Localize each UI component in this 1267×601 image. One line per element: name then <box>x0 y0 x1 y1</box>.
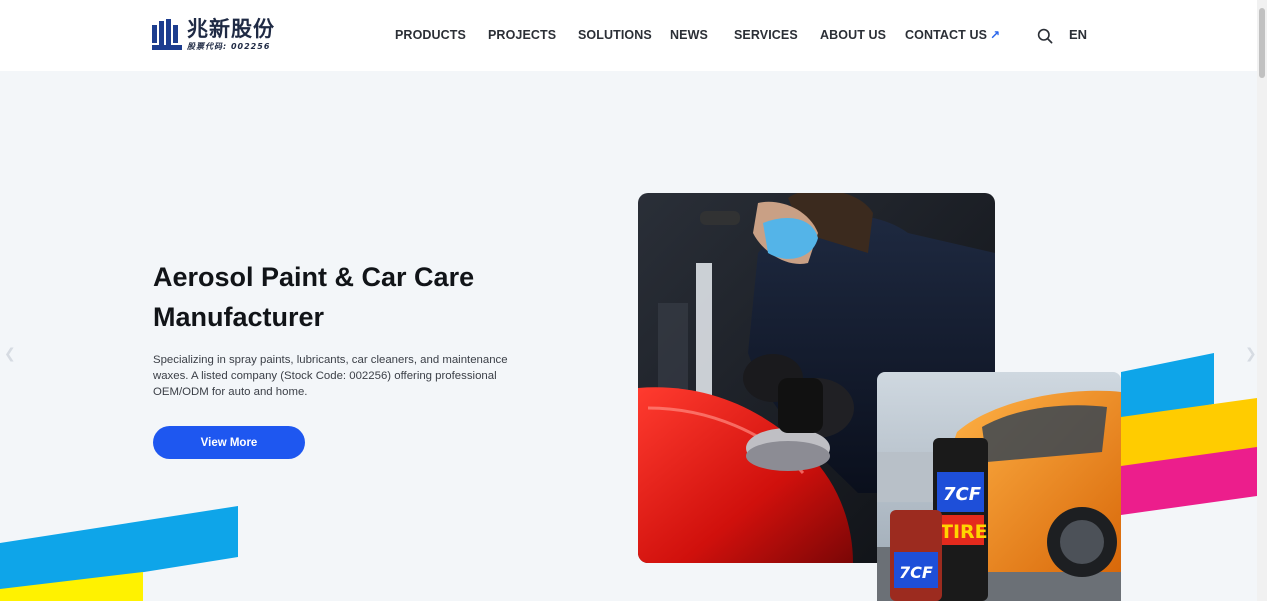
hero-title-line2: Manufacturer <box>153 302 325 332</box>
page-scrollbar[interactable] <box>1257 0 1267 601</box>
stripe-yellow-right <box>1121 398 1257 467</box>
stripe-yellow-left <box>0 572 143 601</box>
nav-solutions[interactable]: SOLUTIONS <box>578 28 652 42</box>
stripe-blue-right <box>1121 353 1214 420</box>
spray-cans-car-illustration: 7CF TIRE 7CF <box>877 372 1121 601</box>
logo-company-name: 兆新股份 <box>187 17 275 41</box>
view-more-button[interactable]: View More <box>153 426 305 459</box>
nav-services[interactable]: SERVICES <box>734 28 798 42</box>
hero-description: Specializing in spray paints, lubricants… <box>153 354 508 398</box>
logo-mark-icon <box>152 19 182 51</box>
logo-stock-code: 股票代码: 002256 <box>187 42 271 51</box>
chevron-left-icon[interactable]: ❮ <box>4 345 16 362</box>
hero-title-line1: Aerosol Paint & Car Care <box>153 262 475 292</box>
nav-products[interactable]: PRODUCTS <box>395 28 466 42</box>
nav-contact-us[interactable]: CONTACT US ↗ <box>905 28 1000 42</box>
can-label-text: TIRE <box>940 521 988 543</box>
scrollbar-thumb[interactable] <box>1259 8 1265 78</box>
chevron-right-icon[interactable]: ❯ <box>1245 345 1257 362</box>
nav-contact-us-label: CONTACT US <box>905 28 988 42</box>
company-logo[interactable]: 兆新股份 股票代码: 002256 <box>152 18 275 52</box>
can-brand-text: 7CF <box>943 484 982 505</box>
nav-projects[interactable]: PROJECTS <box>488 28 556 42</box>
search-icon[interactable] <box>1037 28 1053 44</box>
nav-about-us[interactable]: ABOUT US <box>820 28 886 42</box>
language-switcher[interactable]: EN <box>1069 27 1087 42</box>
site-header: 兆新股份 股票代码: 002256 PRODUCTS PROJECTS SOLU… <box>0 0 1257 71</box>
stripe-magenta-right <box>1121 447 1257 515</box>
hero-title: Aerosol Paint & Car Care Manufacturer <box>153 257 573 337</box>
hero-secondary-image: 7CF TIRE 7CF <box>877 372 1121 601</box>
nav-news[interactable]: NEWS <box>670 28 708 42</box>
external-arrow-icon: ↗ <box>990 28 1001 42</box>
stripe-blue-left <box>0 506 238 595</box>
can-brand-text-2: 7CF <box>899 563 933 582</box>
